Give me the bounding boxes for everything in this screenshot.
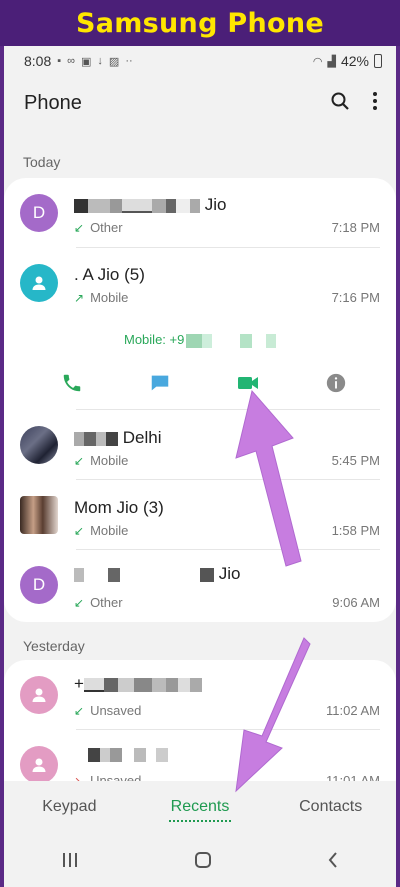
call-log-row[interactable]: D Jio ↙ Other 7:18 PM	[4, 178, 396, 248]
call-log-row[interactable]: Delhi ↙ Mobile 5:45 PM	[4, 410, 396, 480]
section-yesterday: Yesterday	[23, 638, 85, 654]
call-time: 9:06 AM	[332, 595, 380, 610]
call-type: ↙ Other	[74, 220, 123, 235]
mobile-number-label: Mobile: +9	[4, 332, 396, 348]
today-card: D Jio ↙ Other 7:18 PM . A Jio (5) ↗ Mobi…	[4, 178, 396, 622]
person-icon	[32, 276, 46, 290]
call-time: 1:58 PM	[331, 523, 380, 538]
contact-name: Jio	[74, 564, 240, 584]
avatar	[20, 496, 58, 534]
search-icon[interactable]	[330, 91, 350, 116]
avatar	[20, 676, 58, 714]
message-icon	[151, 375, 169, 391]
link-icon: ∞	[67, 55, 75, 67]
page-title: Phone	[24, 91, 82, 114]
more-dots-icon: ··	[125, 55, 133, 67]
banner-title: Samsung Phone	[75, 7, 325, 39]
call-time: 7:18 PM	[331, 220, 380, 235]
app-bar: Phone	[4, 86, 396, 120]
status-time: 8:08	[24, 53, 52, 69]
system-navigation-bar	[4, 837, 396, 887]
phone-icon	[63, 374, 81, 392]
call-actions	[4, 363, 396, 403]
tab-recents[interactable]: Recents	[135, 798, 266, 816]
person-icon	[32, 688, 46, 702]
call-log-row[interactable]: Mom Jio (3) ↙ Mobile 1:58 PM	[4, 480, 396, 550]
incoming-call-icon: ↙	[74, 703, 85, 718]
video-call-button[interactable]	[228, 363, 268, 403]
battery-icon	[374, 54, 382, 68]
contact-name: Delhi	[74, 428, 161, 448]
notification-icon: ▣	[81, 55, 92, 68]
person-icon	[32, 758, 46, 772]
home-icon[interactable]	[194, 851, 212, 874]
section-today: Today	[23, 154, 61, 170]
call-time: 5:45 PM	[331, 453, 380, 468]
contact-name: Jio	[74, 195, 226, 215]
call-type: ↙ Mobile	[74, 453, 129, 468]
info-icon	[326, 373, 346, 393]
incoming-call-icon: ↙	[74, 595, 85, 610]
title-banner: Samsung Phone	[0, 0, 400, 46]
back-icon[interactable]	[327, 851, 339, 874]
avatar: D	[20, 566, 58, 604]
details-button[interactable]	[316, 363, 356, 403]
avatar	[20, 746, 58, 784]
call-type: ↙ Other	[74, 595, 123, 610]
more-options-icon[interactable]	[372, 91, 378, 116]
video-call-icon	[238, 377, 258, 389]
call-type: ↗ Mobile	[74, 290, 129, 305]
message-icon: ▪	[57, 55, 62, 67]
tab-keypad[interactable]: Keypad	[4, 798, 135, 816]
call-type: ↙ Unsaved	[74, 703, 142, 718]
contact-name	[74, 744, 168, 764]
phone-screen: 8:08 ▪ ∞ ▣ ↓ ▨ ·· ◠ ▟ 42% Phone Today D …	[4, 46, 396, 887]
avatar: D	[20, 194, 58, 232]
incoming-call-icon: ↙	[74, 523, 85, 538]
call-log-row[interactable]: D Jio ↙ Other 9:06 AM	[4, 550, 396, 620]
gallery-icon: ▨	[108, 55, 120, 68]
call-type: ↙ Mobile	[74, 523, 129, 538]
signal-icon: ▟	[327, 55, 336, 68]
call-log-row-expanded[interactable]: . A Jio (5) ↗ Mobile 7:16 PM	[4, 248, 396, 318]
call-time: 11:02 AM	[326, 703, 380, 718]
contact-name: Mom Jio (3)	[74, 498, 164, 517]
contact-name: +	[74, 674, 202, 694]
recent-apps-icon[interactable]	[61, 852, 79, 873]
avatar	[20, 426, 58, 464]
contact-name: . A Jio (5)	[74, 265, 145, 284]
avatar	[20, 264, 58, 302]
call-log-row[interactable]: + ↙ Unsaved 11:02 AM	[4, 660, 396, 730]
call-time: 7:16 PM	[331, 290, 380, 305]
message-button[interactable]	[140, 363, 180, 403]
wifi-icon: ◠	[312, 55, 323, 68]
yesterday-card: + ↙ Unsaved 11:02 AM ↘ Unsaved 11:01 AM	[4, 660, 396, 800]
incoming-call-icon: ↙	[74, 453, 85, 468]
speed-icon: ↓	[97, 55, 103, 67]
voice-call-button[interactable]	[52, 363, 92, 403]
battery-percent: 42%	[340, 53, 369, 69]
incoming-call-icon: ↙	[74, 220, 85, 235]
status-bar: 8:08 ▪ ∞ ▣ ↓ ▨ ·· ◠ ▟ 42%	[4, 46, 396, 76]
bottom-navigation: Keypad Recents Contacts	[4, 781, 396, 833]
tab-contacts[interactable]: Contacts	[265, 798, 396, 816]
outgoing-call-icon: ↗	[74, 290, 85, 305]
